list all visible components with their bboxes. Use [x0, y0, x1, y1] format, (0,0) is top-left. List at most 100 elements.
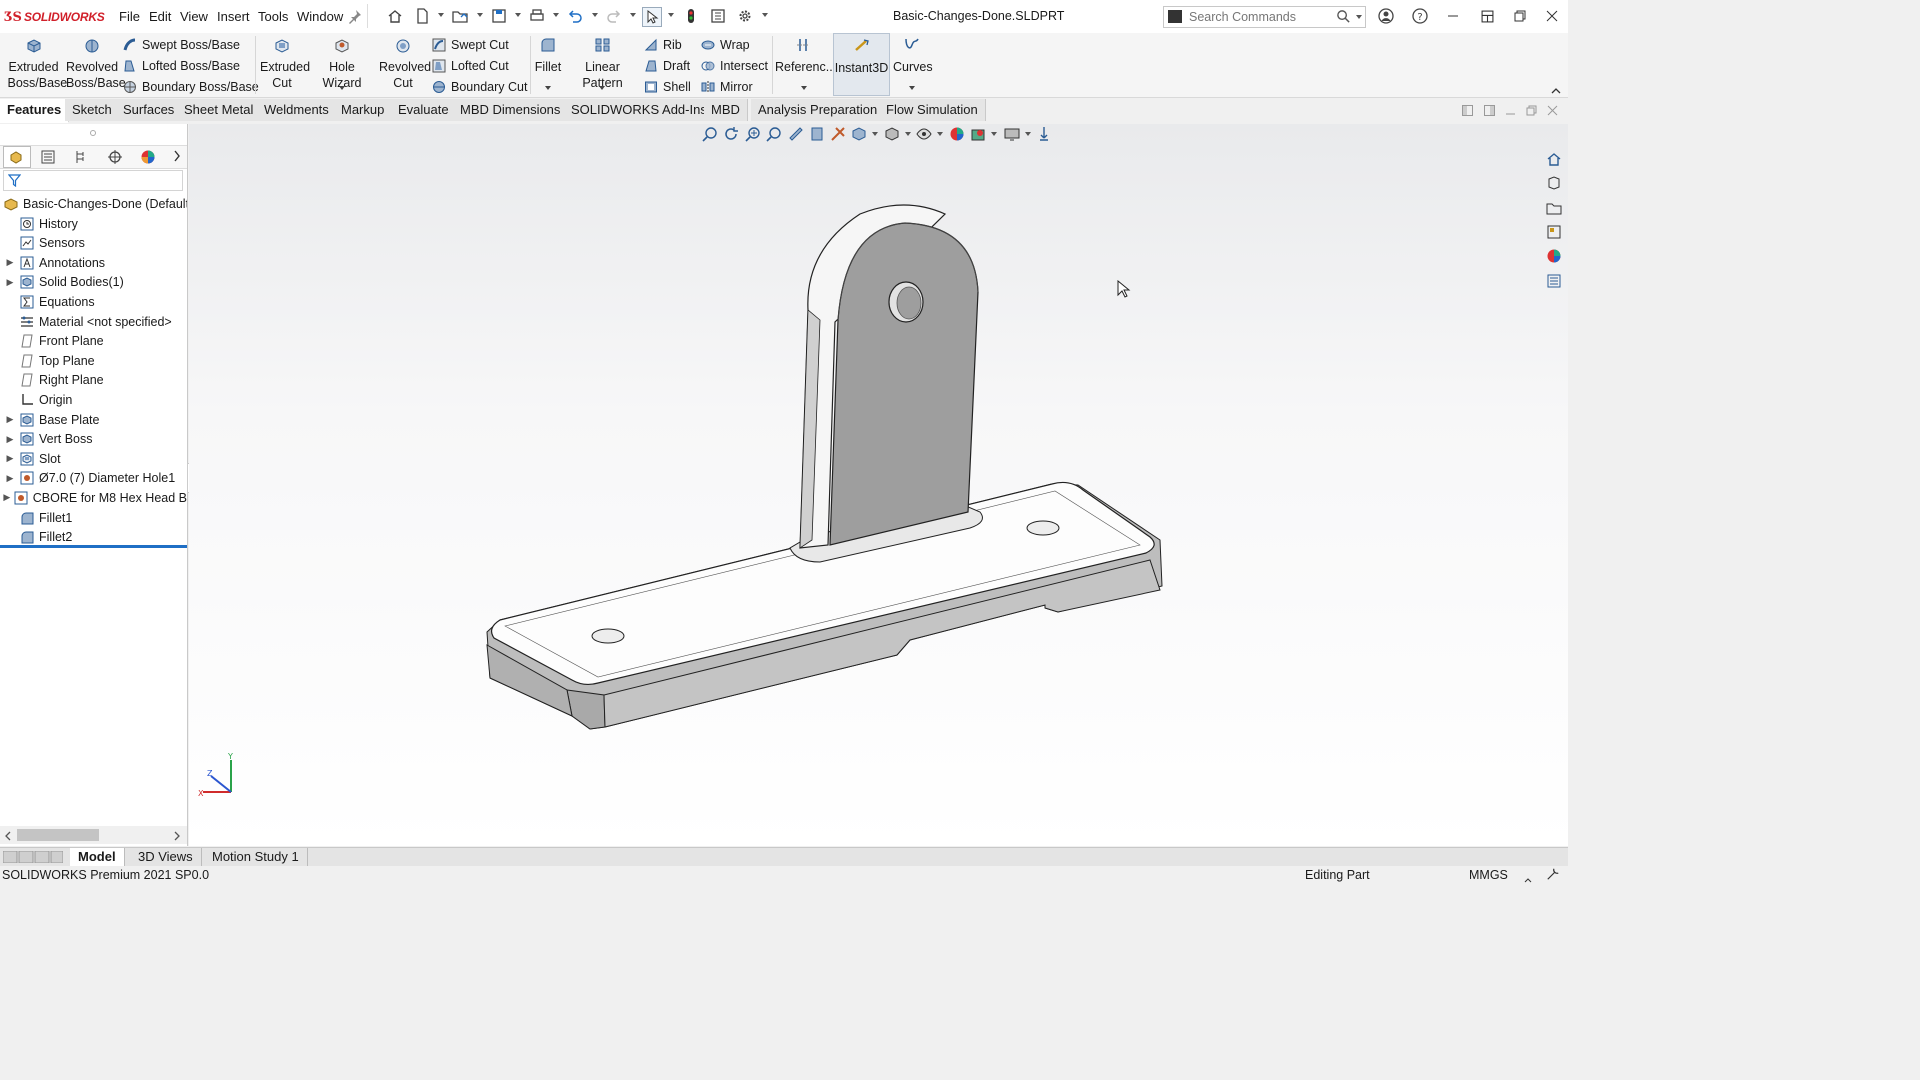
tile-right-icon[interactable]: [1484, 105, 1495, 119]
chevron-down-icon[interactable]: [801, 86, 807, 90]
instant3d-button[interactable]: Instant3D: [833, 33, 890, 96]
graphics-area[interactable]: Y X Z: [189, 124, 1568, 846]
dynamic-annotation-icon[interactable]: [809, 126, 825, 142]
chevron-down-icon[interactable]: [553, 13, 559, 17]
chevron-down-icon[interactable]: [630, 13, 636, 17]
tree-item-fillet2[interactable]: Fillet2: [0, 528, 187, 547]
horizontal-scrollbar[interactable]: [0, 826, 187, 844]
search-icon[interactable]: [1336, 9, 1351, 27]
linear-pattern-button[interactable]: Linear Pattern: [566, 33, 639, 91]
tab-evaluate[interactable]: Evaluate: [391, 99, 457, 121]
doc-minimize-icon[interactable]: [1505, 105, 1516, 119]
tree-item-solid-bodies-1[interactable]: ▶ Solid Bodies(1): [0, 273, 187, 292]
zoom-to-area-icon[interactable]: [745, 126, 761, 142]
part-model-3d[interactable]: [189, 124, 1568, 846]
menu-insert[interactable]: Insert: [217, 9, 250, 24]
menu-view[interactable]: View: [180, 9, 208, 24]
tree-item-cbore-for-m8-hex-head-b[interactable]: ▶ CBORE for M8 Hex Head B: [0, 488, 187, 507]
tab-sheet-metal[interactable]: Sheet Metal: [177, 99, 262, 121]
restore-icon[interactable]: [1509, 7, 1531, 25]
tab-mbd-dimensions[interactable]: MBD Dimensions: [453, 99, 569, 121]
expand-arrow-icon[interactable]: ▶: [0, 257, 20, 268]
lofted-boss-button[interactable]: Lofted Boss/Base: [123, 57, 240, 75]
pin-icon[interactable]: [346, 7, 364, 25]
scroll-left-icon[interactable]: [4, 830, 12, 844]
tab-model[interactable]: Model: [70, 848, 125, 866]
section-view-icon[interactable]: [788, 126, 804, 142]
feature-manager-tab-icon[interactable]: [3, 146, 31, 168]
configuration-manager-tab-icon[interactable]: [74, 149, 90, 168]
previous-view-icon[interactable]: [766, 126, 782, 142]
tab-weldments[interactable]: Weldments: [257, 99, 337, 121]
tab-analysis-preparation[interactable]: Analysis Preparation: [751, 99, 886, 121]
tab-solidworks-add-ins[interactable]: SOLIDWORKS Add-Ins: [564, 99, 715, 121]
hide-show-items-icon[interactable]: [916, 126, 932, 142]
tab-3d-views[interactable]: 3D Views: [130, 848, 202, 866]
file-explorer-icon[interactable]: [1546, 200, 1562, 216]
help-icon[interactable]: ?: [1411, 7, 1429, 25]
extruded-cut-button[interactable]: Extruded Cut: [257, 33, 310, 91]
tree-item-material-not-specified[interactable]: Material <not specified>: [0, 312, 187, 331]
chevron-down-icon[interactable]: [762, 13, 768, 17]
save-icon[interactable]: [490, 7, 508, 25]
scroll-right-icon[interactable]: [173, 830, 181, 844]
redo-icon[interactable]: [605, 7, 623, 25]
swept-cut-button[interactable]: Swept Cut: [432, 36, 509, 54]
chevron-down-icon[interactable]: [438, 13, 444, 17]
user-account-icon[interactable]: [1377, 7, 1395, 25]
view-settings-icon[interactable]: [830, 126, 846, 142]
design-library-icon[interactable]: [1546, 175, 1562, 191]
tree-item-7-0-7-diameter-hole1[interactable]: ▶ Ø7.0 (7) Diameter Hole1: [0, 469, 187, 488]
chevron-down-icon[interactable]: [937, 132, 943, 136]
display-manager-tab-icon[interactable]: [140, 149, 156, 168]
tree-item-history[interactable]: History: [0, 214, 187, 233]
chevron-down-icon[interactable]: [477, 13, 483, 17]
tab-motion-study-1[interactable]: Motion Study 1: [204, 848, 308, 866]
menu-file[interactable]: File: [119, 9, 140, 24]
menu-tools[interactable]: Tools: [258, 9, 288, 24]
extruded-boss-button[interactable]: Extruded Boss/Base: [5, 33, 67, 91]
tree-item-slot[interactable]: ▶ Slot: [0, 449, 187, 468]
zoom-to-fit-icon[interactable]: [702, 126, 718, 142]
chevron-down-icon[interactable]: [599, 86, 605, 90]
chevron-up-icon[interactable]: [1524, 872, 1532, 886]
property-manager-tab-icon[interactable]: [40, 149, 56, 168]
chevron-down-icon[interactable]: [668, 13, 674, 17]
boundary-boss-button[interactable]: Boundary Boss/Base: [123, 78, 259, 96]
select-cursor-icon[interactable]: [642, 7, 662, 27]
draft-button[interactable]: Draft: [644, 57, 690, 75]
tree-root-part[interactable]: Basic-Changes-Done (Default: [0, 194, 187, 213]
home-icon[interactable]: [386, 7, 404, 25]
dimxpert-tab-icon[interactable]: [107, 149, 123, 168]
fillet-button[interactable]: Fillet: [533, 33, 563, 75]
expand-arrow-icon[interactable]: ▶: [0, 277, 20, 288]
expand-arrow-icon[interactable]: ▶: [0, 492, 14, 503]
tree-filter-input[interactable]: [3, 170, 183, 191]
chevron-down-icon[interactable]: [515, 13, 521, 17]
tab-surfaces[interactable]: Surfaces: [116, 99, 183, 121]
wrap-button[interactable]: Wrap: [701, 36, 750, 54]
chevron-down-icon[interactable]: [592, 13, 598, 17]
close-icon[interactable]: [1541, 7, 1563, 25]
search-input[interactable]: Search Commands: [1189, 10, 1296, 24]
collapse-ribbon-icon[interactable]: [1551, 84, 1561, 98]
tree-item-annotations[interactable]: ▶ Annotations: [0, 253, 187, 272]
chevron-right-icon[interactable]: [173, 150, 181, 165]
menu-window[interactable]: Window: [297, 9, 343, 24]
tree-item-sensors[interactable]: Sensors: [0, 234, 187, 253]
file-properties-icon[interactable]: [709, 7, 727, 25]
open-folder-icon[interactable]: [451, 7, 469, 25]
rib-button[interactable]: Rib: [644, 36, 682, 54]
tree-item-right-plane[interactable]: Right Plane: [0, 371, 187, 390]
new-document-icon[interactable]: [413, 7, 431, 25]
mirror-button[interactable]: Mirror: [701, 78, 753, 96]
view-settings-display-icon[interactable]: [1004, 126, 1020, 142]
chevron-down-icon[interactable]: [545, 86, 551, 90]
chevron-down-icon[interactable]: [909, 86, 915, 90]
swept-boss-button[interactable]: Swept Boss/Base: [123, 36, 240, 54]
tab-sketch[interactable]: Sketch: [65, 99, 120, 121]
chevron-down-icon[interactable]: [339, 86, 345, 90]
tree-item-base-plate[interactable]: ▶ Base Plate: [0, 410, 187, 429]
expand-arrow-icon[interactable]: ▶: [0, 434, 20, 445]
tab-mbd[interactable]: MBD: [704, 99, 748, 121]
